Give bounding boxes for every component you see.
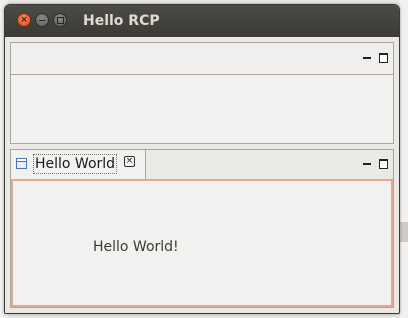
tab-hello-world[interactable]: Hello World × — [11, 150, 146, 179]
close-icon[interactable]: × — [17, 13, 31, 27]
app-window: × Hello RCP Hello World × Hello World! — [4, 4, 400, 314]
view-icon — [16, 158, 27, 169]
maximize-icon[interactable] — [379, 159, 388, 169]
background-scrollbar — [400, 222, 408, 242]
minimize-icon[interactable] — [363, 57, 371, 59]
maximize-icon[interactable] — [379, 53, 388, 63]
editor-content: Hello World! — [11, 179, 393, 307]
close-glyph: × — [20, 15, 28, 25]
editor-view: Hello World × Hello World! — [10, 149, 394, 308]
top-view — [10, 42, 394, 144]
minimize-icon[interactable] — [363, 163, 371, 165]
tab-label: Hello World — [33, 154, 118, 174]
top-view-header — [11, 43, 393, 75]
window-titlebar[interactable]: × Hello RCP — [5, 5, 399, 38]
background-window-right — [400, 0, 408, 318]
window-title: Hello RCP — [83, 13, 160, 29]
window-body: Hello World × Hello World! — [5, 37, 399, 313]
maximize-icon[interactable] — [53, 13, 67, 27]
minimize-icon[interactable] — [35, 13, 49, 27]
content-text: Hello World! — [93, 239, 179, 255]
close-icon[interactable]: × — [124, 156, 135, 167]
